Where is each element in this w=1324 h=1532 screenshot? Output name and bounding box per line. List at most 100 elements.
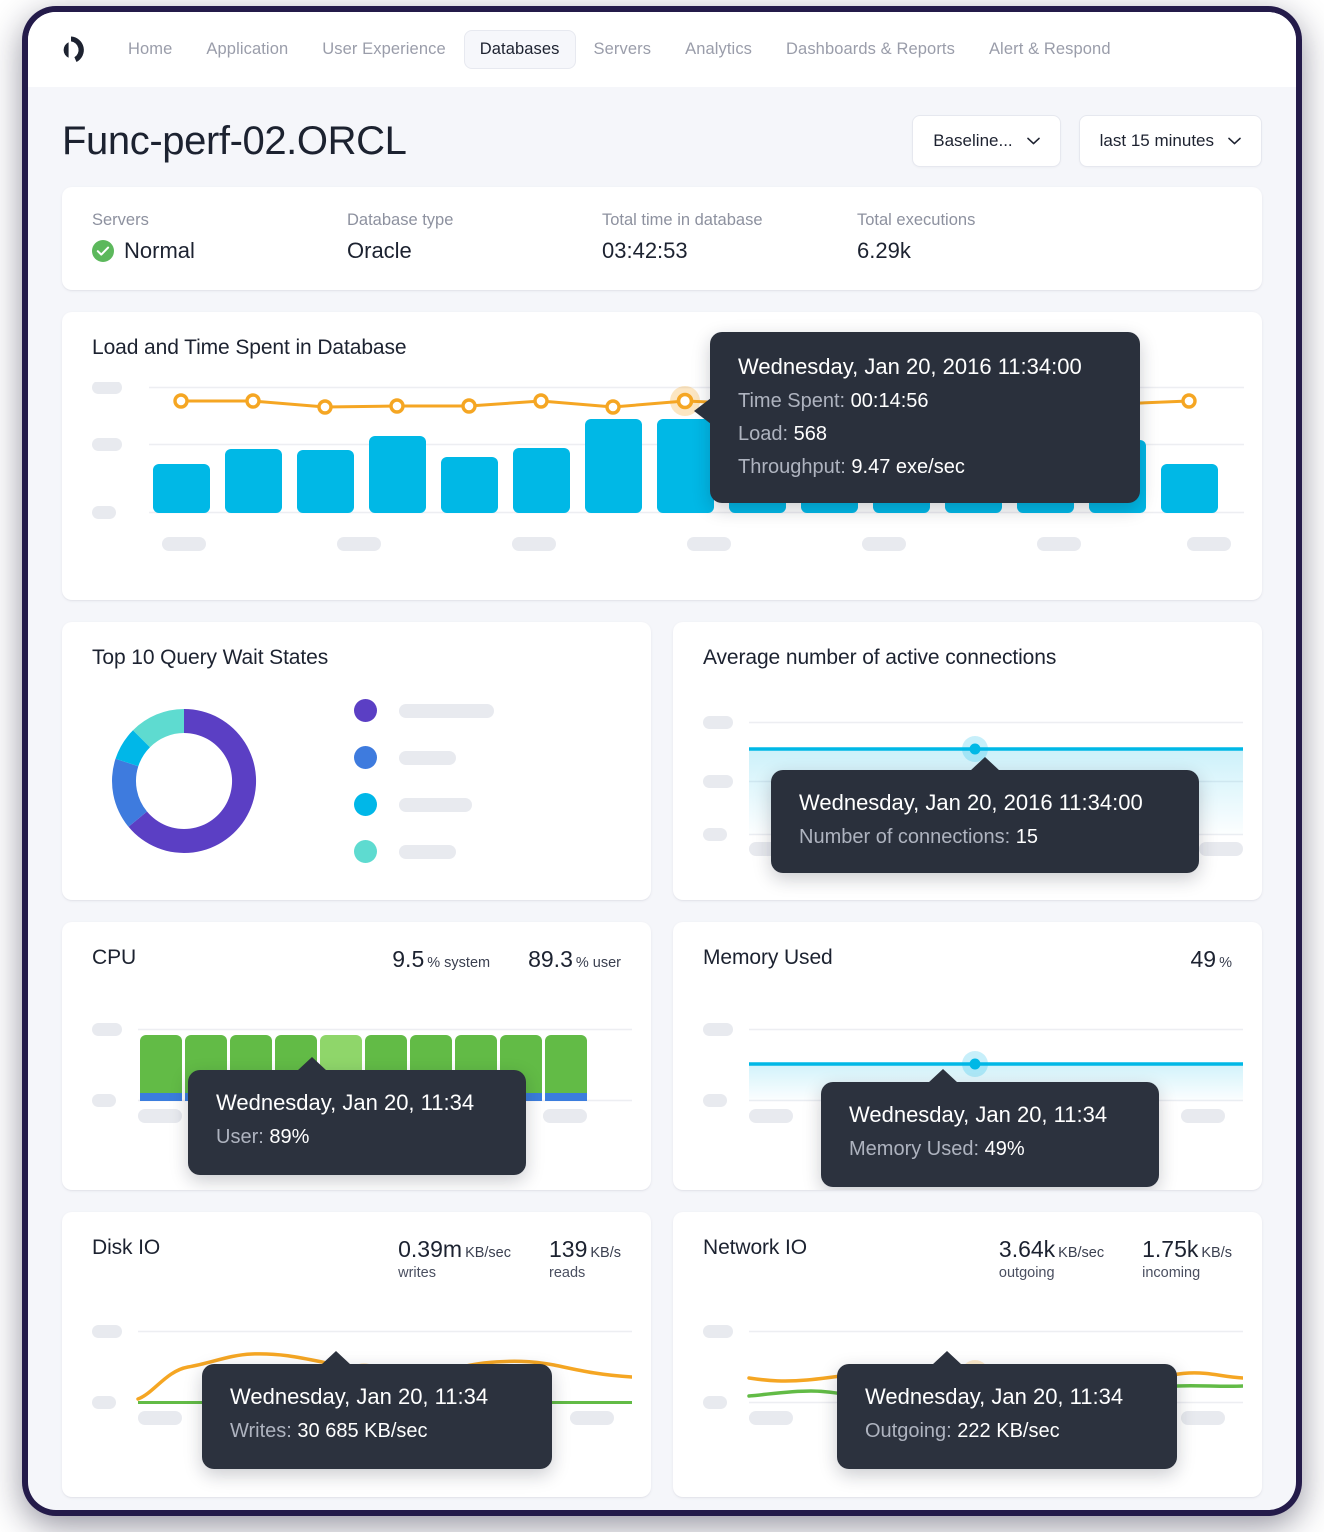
nav-item-databases[interactable]: Databases <box>463 30 576 69</box>
timerange-select[interactable]: last 15 minutes <box>1078 115 1262 167</box>
donut-legend <box>354 699 494 863</box>
timerange-select-value: last 15 minutes <box>1099 131 1214 150</box>
tooltip-row-label: Time Spent: <box>738 390 846 412</box>
legend-swatch-icon <box>354 840 377 863</box>
cpu-panel: CPU 9.5% system 89.3% user Wednesday, Ja… <box>62 922 651 1190</box>
metric-unit: % system <box>427 955 491 971</box>
chevron-down-icon <box>1026 137 1040 145</box>
tooltip-row-value: 15 <box>1015 826 1039 848</box>
panel-title: CPU <box>92 946 137 969</box>
summary-label: Total time in database <box>602 211 763 229</box>
tooltip-row-label: Writes: <box>230 1420 292 1442</box>
nav-item-application[interactable]: Application <box>190 30 304 69</box>
row-waitstates-connections: Top 10 Query Wait States Average number … <box>62 622 1262 900</box>
summary-total-time: Total time in database 03:42:53 <box>602 211 857 264</box>
donut-chart[interactable] <box>92 686 292 876</box>
legend-swatch-icon <box>354 699 377 722</box>
nav-item-dashboards-reports[interactable]: Dashboards & Reports <box>770 30 971 69</box>
memory-metric-used: 49% <box>1191 946 1233 973</box>
load-and-time-panel: Load and Time Spent in Database Wednesda… <box>62 312 1262 600</box>
cpu-metrics: 9.5% system 89.3% user <box>392 946 621 973</box>
nav-item-servers[interactable]: Servers <box>578 30 668 69</box>
tooltip-row-label: Throughput: <box>738 456 846 478</box>
tooltip-arrow <box>970 757 1000 771</box>
legend-item[interactable] <box>354 793 494 816</box>
summary-value-wrap: Normal <box>92 238 347 264</box>
network-metrics: 3.64k KB/sec outgoing 1.75k KB/s incoming <box>999 1236 1232 1281</box>
tooltip-title: Wednesday, Jan 20, 11:34 <box>849 1102 1108 1127</box>
memory-panel: Memory Used 49% Wednesday, Jan 20, 11:34… <box>673 922 1262 1190</box>
nav-item-analytics[interactable]: Analytics <box>669 30 768 69</box>
metric-value: 9.5 <box>392 946 425 972</box>
connections-tooltip: Wednesday, Jan 20, 2016 11:34:00 Number … <box>771 757 1199 873</box>
metric-unit: % user <box>575 955 621 971</box>
disk-metrics: 0.39m KB/sec writes 139 KB/s reads <box>398 1236 621 1281</box>
metric-unit: KB/sec <box>465 1245 511 1261</box>
legend-swatch-icon <box>354 793 377 816</box>
baseline-select-value: Baseline... <box>933 131 1013 150</box>
legend-item[interactable] <box>354 699 494 722</box>
tooltip-row-value: 89% <box>269 1126 310 1148</box>
metric-sub: reads <box>549 1265 586 1281</box>
tooltip-arrow <box>928 1069 958 1083</box>
memory-tooltip: Wednesday, Jan 20, 11:34 Memory Used: 49… <box>821 1069 1159 1187</box>
nav-item-home[interactable]: Home <box>112 30 188 69</box>
tooltip-title: Wednesday, Jan 20, 11:34 <box>216 1090 475 1115</box>
metric-value: 1.75k <box>1142 1236 1199 1262</box>
tooltip-row-label: Outgoing: <box>865 1420 952 1442</box>
legend-label-placeholder <box>399 750 456 765</box>
memory-panel-head: Memory Used 49% <box>673 922 1262 973</box>
cpu-panel-head: CPU 9.5% system 89.3% user <box>62 922 651 973</box>
tooltip-row-value: 568 <box>793 423 827 445</box>
metric-value: 3.64k <box>998 1236 1056 1262</box>
network-io-panel: Network IO 3.64k KB/sec outgoing 1.75k KB/… <box>673 1212 1262 1497</box>
disk-metric-writes: 0.39m KB/sec writes <box>398 1236 511 1281</box>
cpu-tooltip: Wednesday, Jan 20, 11:34 User: 89% <box>188 1057 526 1175</box>
baseline-select[interactable]: Baseline... <box>912 115 1061 167</box>
legend-item[interactable] <box>354 746 494 769</box>
tooltip-row: Throughput: 9.47 exe/sec <box>738 456 1112 479</box>
disk-panel-head: Disk IO 0.39m KB/sec writes 139 KB/s rea… <box>62 1212 651 1281</box>
tooltip-row: Time Spent: 00:14:56 <box>738 390 1112 413</box>
metric-sub: writes <box>398 1265 436 1281</box>
network-metric-incoming: 1.75k KB/s incoming <box>1142 1236 1232 1281</box>
gauge-logo-icon[interactable] <box>54 33 88 67</box>
nav-item-alert-respond[interactable]: Alert & Respond <box>973 30 1127 69</box>
header-controls: Baseline... last 15 minutes <box>912 115 1262 167</box>
tooltip-title: Wednesday, Jan 20, 11:34 <box>230 1384 489 1409</box>
summary-label: Servers <box>92 211 149 229</box>
disk-tooltip: Wednesday, Jan 20, 11:34 Writes: 30 685 … <box>202 1351 552 1469</box>
panel-title: Disk IO <box>92 1236 161 1259</box>
device-frame: Home Application User Experience Databas… <box>22 6 1302 1516</box>
tooltip-row: Number of connections: 15 <box>799 826 1171 849</box>
tooltip-row: User: 89% <box>216 1126 498 1149</box>
check-circle-icon <box>92 240 114 262</box>
metric-unit: % <box>1219 955 1232 971</box>
tooltip-row: Outgoing: 222 KB/sec <box>865 1420 1149 1443</box>
nav-item-user-experience[interactable]: User Experience <box>306 30 461 69</box>
app-screen: Home Application User Experience Databas… <box>28 12 1296 1510</box>
tooltip-title: Wednesday, Jan 20, 2016 11:34:00 <box>738 354 1082 379</box>
page-body: Func-perf-02.ORCL Baseline... last 15 mi… <box>28 87 1296 1497</box>
tooltip-title: Wednesday, Jan 20, 2016 11:34:00 <box>799 790 1143 815</box>
disk-metric-reads: 139 KB/s reads <box>549 1236 621 1281</box>
tooltip-row: Load: 568 <box>738 423 1112 446</box>
metric-unit: KB/sec <box>1058 1245 1105 1261</box>
summary-servers: Servers Normal <box>92 211 347 264</box>
metric-value: 49 <box>1190 946 1217 972</box>
tooltip-row: Writes: 30 685 KB/sec <box>230 1420 524 1443</box>
tooltip-row-label: Memory Used: <box>849 1138 980 1160</box>
tooltip-arrow <box>932 1351 962 1365</box>
summary-value: 03:42:53 <box>602 238 688 263</box>
cpu-metric-system: 9.5% system <box>392 946 490 973</box>
tooltip-row-value: 49% <box>984 1138 1025 1160</box>
cpu-metric-user: 89.3% user <box>528 946 621 973</box>
tooltip-row: Memory Used: 49% <box>849 1138 1131 1161</box>
panel-title: Network IO <box>703 1236 808 1259</box>
legend-item[interactable] <box>354 840 494 863</box>
tooltip-row-label: Number of connections: <box>799 826 1011 848</box>
summary-status-text: Normal <box>124 238 195 263</box>
summary-label: Total executions <box>857 211 976 229</box>
metric-value: 139 <box>549 1236 588 1262</box>
tooltip-row-label: Load: <box>738 423 789 445</box>
